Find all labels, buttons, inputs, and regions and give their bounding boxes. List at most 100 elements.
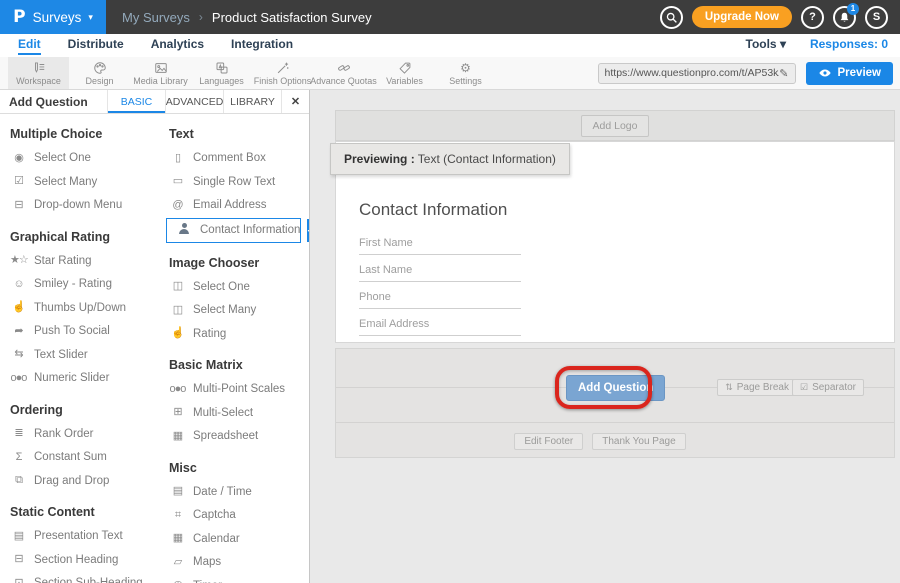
add-question-button[interactable]: Add Question <box>566 375 665 401</box>
question-type-comment-box[interactable]: ▯Comment Box <box>159 146 309 170</box>
panel-body: Multiple Choice◉Select One☑Select Many⊟D… <box>0 114 309 583</box>
breadcrumb: My Surveys › Product Satisfaction Survey <box>122 10 372 25</box>
question-type-drag-and-drop[interactable]: ⧉Drag and Drop <box>0 469 159 493</box>
question-type-push-to-social[interactable]: ➦ Push To Social <box>0 319 159 343</box>
multi-point-scales-icon: o●o <box>169 384 186 395</box>
question-type-contact-information[interactable]: Contact Information+ <box>166 218 301 243</box>
question-type-email-address[interactable]: @Email Address <box>159 193 309 217</box>
previewing-question-type: Text (Contact Information) <box>415 152 556 166</box>
toolbar-item-label: Finish Options <box>254 76 312 86</box>
search-button[interactable] <box>660 6 683 29</box>
section-header-text: Text <box>169 127 309 141</box>
breadcrumb-my-surveys[interactable]: My Surveys <box>122 10 190 25</box>
question-type-calendar[interactable]: ▦Calendar <box>159 527 309 551</box>
question-type-label: Thumbs Up/Down <box>34 302 126 314</box>
question-type-rank-order[interactable]: ≣Rank Order <box>0 422 159 446</box>
question-type-label: Push To Social <box>34 325 110 337</box>
question-type-drop-down-menu[interactable]: ⊟Drop-down Menu <box>0 193 159 217</box>
question-type-thumbs-up-down[interactable]: ☝Thumbs Up/Down <box>0 296 159 320</box>
chevron-down-icon: ▾ <box>88 13 93 22</box>
form-field-last-name[interactable]: Last Name <box>359 264 521 282</box>
question-type-label: Constant Sum <box>34 451 107 463</box>
question-type-captcha[interactable]: ⌗Captcha <box>159 503 309 527</box>
question-type-select-many[interactable]: ◫Select Many <box>159 298 309 322</box>
question-type-single-row-text[interactable]: ▭Single Row Text <box>159 170 309 194</box>
panel-tab-advanced[interactable]: ADVANCED <box>165 90 223 113</box>
form-field-email-address[interactable]: Email Address <box>359 318 521 336</box>
question-type-date-time[interactable]: ▤Date / Time <box>159 480 309 504</box>
tools-dropdown[interactable]: Tools ▾ <box>746 37 786 51</box>
content-area: Add Question BASICADVANCEDLIBRARY ✕ Mult… <box>0 90 900 583</box>
question-type-section-heading[interactable]: ⊟Section Heading <box>0 548 159 572</box>
question-type-label: Drop-down Menu <box>34 199 122 211</box>
star-rating-icon: ★☆ <box>10 255 27 266</box>
close-panel-button[interactable]: ✕ <box>281 90 309 113</box>
question-type-constant-sum[interactable]: ΣConstant Sum <box>0 445 159 469</box>
question-type-smiley-rating[interactable]: ☺Smiley - Rating <box>0 272 159 296</box>
question-type-label: Select One <box>193 281 250 293</box>
panel-tab-library[interactable]: LIBRARY <box>223 90 281 113</box>
question-type-maps[interactable]: ▱Maps <box>159 550 309 574</box>
form-field-first-name[interactable]: First Name <box>359 237 521 255</box>
question-type-select-one[interactable]: ◫Select One <box>159 275 309 299</box>
toolbar-item-finish-options[interactable]: Finish Options <box>252 57 313 89</box>
account-avatar[interactable]: S <box>865 6 888 29</box>
edit-footer-button[interactable]: Edit Footer <box>514 433 583 450</box>
nav-tab-distribute[interactable]: Distribute <box>68 37 124 55</box>
push-to-social-icon: ➦ <box>10 326 27 337</box>
question-type-multi-point-scales[interactable]: o●oMulti-Point Scales <box>159 377 309 401</box>
question-type-select-many[interactable]: ☑Select Many <box>0 170 159 194</box>
separator-button[interactable]: ☑ Separator <box>792 379 864 396</box>
question-type-timer[interactable]: ◷Timer <box>159 574 309 583</box>
help-button[interactable]: ? <box>801 6 824 29</box>
nav-tab-edit[interactable]: Edit <box>18 37 41 55</box>
product-switcher[interactable]: P Surveys ▾ <box>0 0 106 34</box>
preview-button[interactable]: Preview <box>806 62 893 85</box>
question-type-star-rating[interactable]: ★☆Star Rating <box>0 249 159 273</box>
survey-nav: Edit Distribute Analytics Integration Tools… <box>0 34 900 57</box>
add-contact-information-button[interactable]: + <box>307 219 309 242</box>
toolbar-item-media-library[interactable]: Media Library <box>130 57 191 89</box>
question-types-column-1: Multiple Choice◉Select One☑Select Many⊟D… <box>0 114 159 583</box>
upgrade-now-button[interactable]: Upgrade Now <box>692 6 792 28</box>
notifications-button[interactable]: 1 <box>833 6 856 29</box>
survey-url-box[interactable]: https://www.questionpro.com/t/AP53kZgUI … <box>598 63 796 84</box>
edit-pencil-icon[interactable]: ✎ <box>779 67 788 80</box>
question-type-presentation-text[interactable]: ▤Presentation Text <box>0 524 159 548</box>
question-type-section-sub-heading[interactable]: ⊡Section Sub-Heading <box>0 571 159 583</box>
question-type-label: Text Slider <box>34 349 88 361</box>
toolbar-item-settings[interactable]: ⚙Settings <box>435 57 496 89</box>
multi-select-icon: ⊞ <box>169 407 186 418</box>
question-type-label: Select Many <box>193 304 256 316</box>
form-field-phone[interactable]: Phone <box>359 291 521 309</box>
panel-tab-basic[interactable]: BASIC <box>107 90 165 113</box>
panel-tabs: BASICADVANCEDLIBRARY <box>107 90 281 113</box>
question-type-spreadsheet[interactable]: ▦Spreadsheet <box>159 424 309 448</box>
toolbar-item-workspace[interactable]: Workspace <box>8 57 69 89</box>
nav-tab-integration[interactable]: Integration <box>231 37 293 55</box>
toolbar-item-label: Languages <box>199 76 244 86</box>
toolbar-item-advance-quotas[interactable]: Advance Quotas <box>313 57 374 89</box>
question-type-text-slider[interactable]: ⇆Text Slider <box>0 343 159 367</box>
nav-tab-analytics[interactable]: Analytics <box>151 37 204 55</box>
toolbar-item-languages[interactable]: Languages <box>191 57 252 89</box>
toolbar-item-variables[interactable]: Variables <box>374 57 435 89</box>
eye-icon <box>818 66 832 80</box>
languages-icon <box>215 61 229 75</box>
question-type-select-one[interactable]: ◉Select One <box>0 146 159 170</box>
close-icon: ✕ <box>291 95 300 108</box>
toolbar-right: https://www.questionpro.com/t/AP53kZgUI … <box>598 57 900 89</box>
thank-you-page-button[interactable]: Thank You Page <box>592 433 685 450</box>
question-type-numeric-slider[interactable]: o●oNumeric Slider <box>0 366 159 390</box>
smiley-rating-icon: ☺ <box>10 279 27 290</box>
toolbar-item-design[interactable]: Design <box>69 57 130 89</box>
variables-icon <box>398 61 412 75</box>
question-type-label: Drag and Drop <box>34 475 109 487</box>
question-type-label: Timer <box>193 580 222 583</box>
add-logo-button[interactable]: Add Logo <box>581 115 650 137</box>
question-type-multi-select[interactable]: ⊞Multi-Select <box>159 401 309 425</box>
question-type-rating[interactable]: ☝Rating <box>159 322 309 346</box>
responses-count[interactable]: Responses: 0 <box>810 37 888 51</box>
page-break-button[interactable]: ⇅ Page Break <box>717 379 797 396</box>
contact-info-fields: First Name Last Name Phone Email Address <box>359 237 521 336</box>
